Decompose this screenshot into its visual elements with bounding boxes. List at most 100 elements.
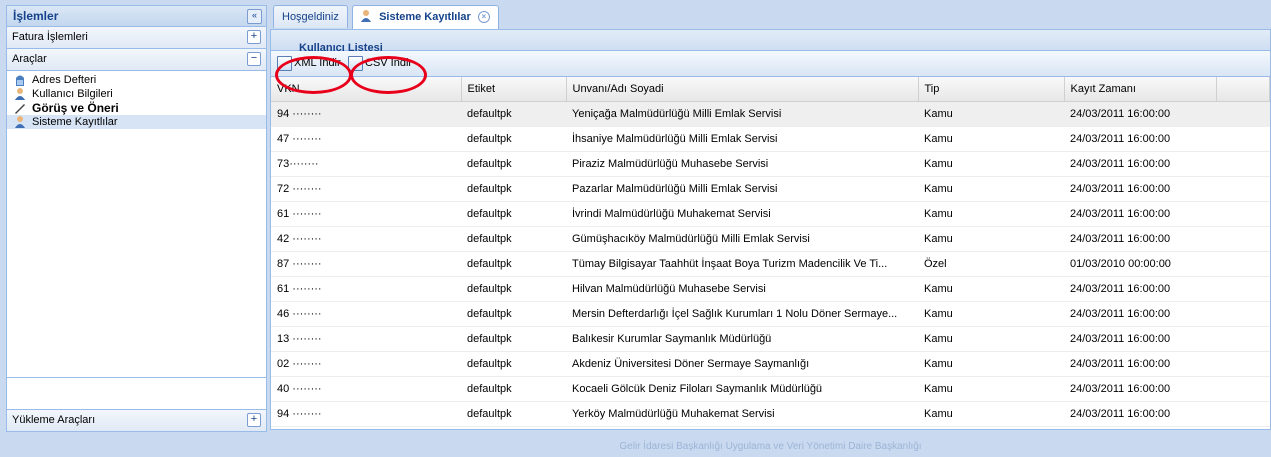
cell-etiket: defaultpk	[461, 301, 566, 327]
section-label: Yükleme Araçları	[12, 414, 96, 426]
table-row[interactable]: 61 ········ defaultpk Hilvan Malmüdürlüğü …	[271, 276, 1270, 302]
cell-filler	[1216, 126, 1270, 152]
table-row[interactable]: 72 ········ defaultpk Pazarlar Malmüdürlüğ…	[271, 176, 1270, 202]
cell-etiket: defaultpk	[461, 101, 566, 127]
cell-unvan: Piraziz Malmüdürlüğü Muhasebe Servisi	[566, 151, 918, 177]
cell-kayit-zamani: 24/03/2011 16:00:00	[1064, 176, 1216, 202]
tree-item-label: Sisteme Kayıtlılar	[32, 116, 118, 128]
tree-item-sisteme-kayitlilar[interactable]: Sisteme Kayıtlılar	[7, 115, 266, 129]
section-yukleme-araclari[interactable]: Yükleme Araçları +	[7, 409, 266, 431]
cell-kayit-zamani: 24/03/2011 16:00:00	[1064, 326, 1216, 352]
cell-filler	[1216, 401, 1270, 427]
collapse-panel-button[interactable]: «	[247, 9, 262, 24]
table-row[interactable]: 47 ········ defaultpk İhsaniye Malmüdürlüğ…	[271, 126, 1270, 152]
cell-etiket: defaultpk	[461, 401, 566, 427]
column-header-unvan[interactable]: Unvanı/Adı Soyadi	[566, 77, 919, 102]
tree-item-adres-defteri[interactable]: Adres Defteri	[7, 73, 266, 87]
cell-etiket: defaultpk	[461, 276, 566, 302]
cell-etiket: defaultpk	[461, 176, 566, 202]
cell-tip: Kamu	[918, 376, 1064, 402]
table-row[interactable]: 42 ········ defaultpk Gümüşhacıköy Malmüdü…	[271, 226, 1270, 252]
close-tab-icon[interactable]: ×	[477, 11, 490, 23]
table-row[interactable]: 46 ········ defaultpk Mersin Defterdarlığı…	[271, 301, 1270, 327]
cell-vkn: 13 ········	[271, 326, 461, 352]
cell-unvan: Yeniçağa Malmüdürlüğü Milli Emlak Servis…	[566, 101, 918, 127]
cell-etiket: defaultpk	[461, 326, 566, 352]
cell-kayit-zamani: 24/03/2011 16:00:00	[1064, 276, 1216, 302]
cell-kayit-zamani: 24/03/2011 16:00:00	[1064, 126, 1216, 152]
cell-filler	[1216, 176, 1270, 202]
cell-filler	[1216, 151, 1270, 177]
tab-sisteme-kayitlilar[interactable]: Sisteme Kayıtlılar ×	[352, 5, 499, 29]
table-row[interactable]: 40 ········ defaultpk Kocaeli Gölcük Deniz…	[271, 376, 1270, 402]
cell-filler	[1216, 301, 1270, 327]
cell-etiket: defaultpk	[461, 201, 566, 227]
table-row[interactable]: 73········ defaultpk Piraziz Malmüdürlüğü …	[271, 151, 1270, 177]
table-row[interactable]: 61 ········ defaultpk İvrindi Malmüdürlüğü…	[271, 201, 1270, 227]
cell-vkn: 72 ········	[271, 176, 461, 202]
cell-unvan: Kocaeli Gölcük Deniz Filoları Saymanlık …	[566, 376, 918, 402]
cell-filler	[1216, 276, 1270, 302]
column-header-kayit-zamani[interactable]: Kayıt Zamanı	[1064, 77, 1217, 102]
user-list-table: VKN Etiket Unvanı/Adı Soyadi Tip Kayıt Z…	[271, 77, 1270, 427]
table-row[interactable]: 94 ········ defaultpk Yeniçağa Malmüdürlüğ…	[271, 101, 1270, 127]
section-araclar[interactable]: Araçlar −	[7, 49, 266, 71]
table-row[interactable]: 87 ········ defaultpk Tümay Bilgisayar Taa…	[271, 251, 1270, 277]
cell-vkn: 61 ········	[271, 276, 461, 302]
cell-tip: Kamu	[918, 126, 1064, 152]
cell-unvan: Pazarlar Malmüdürlüğü Milli Emlak Servis…	[566, 176, 918, 202]
cell-etiket: defaultpk	[461, 251, 566, 277]
cell-filler	[1216, 251, 1270, 277]
cell-tip: Kamu	[918, 326, 1064, 352]
cell-tip: Kamu	[918, 301, 1064, 327]
cell-unvan: İvrindi Malmüdürlüğü Muhakemat Servisi	[566, 201, 918, 227]
left-panel-header: İşlemler «	[7, 6, 266, 27]
left-panel-title: İşlemler	[13, 9, 59, 23]
cell-unvan: Hilvan Malmüdürlüğü Muhasebe Servisi	[566, 276, 918, 302]
cell-kayit-zamani: 24/03/2011 16:00:00	[1064, 226, 1216, 252]
highlight-ring-xml	[275, 56, 352, 94]
table-row[interactable]: 94 ········ defaultpk Yerköy Malmüdürlüğü …	[271, 401, 1270, 427]
column-header-tip[interactable]: Tip	[918, 77, 1065, 102]
highlight-ring-csv	[350, 56, 427, 94]
expand-icon[interactable]: +	[247, 413, 261, 427]
cell-unvan: İhsaniye Malmüdürlüğü Milli Emlak Servis…	[566, 126, 918, 152]
cell-filler	[1216, 226, 1270, 252]
cell-filler	[1216, 101, 1270, 127]
tree-item-gorus-ve-oneri[interactable]: Görüş ve Öneri	[7, 101, 266, 115]
cell-etiket: defaultpk	[461, 351, 566, 377]
cell-kayit-zamani: 24/03/2011 16:00:00	[1064, 401, 1216, 427]
cell-filler	[1216, 326, 1270, 352]
cell-etiket: defaultpk	[461, 151, 566, 177]
cell-etiket: defaultpk	[461, 376, 566, 402]
cell-kayit-zamani: 24/03/2011 16:00:00	[1064, 376, 1216, 402]
left-panel: İşlemler « Fatura İşlemleri + Araçlar − …	[6, 5, 267, 432]
cell-tip: Kamu	[918, 201, 1064, 227]
user-icon	[13, 115, 27, 129]
tree-item-kullanici-bilgileri[interactable]: Kullanıcı Bilgileri	[7, 87, 266, 101]
cell-etiket: defaultpk	[461, 226, 566, 252]
expand-icon[interactable]: +	[247, 30, 261, 44]
tab-strip: Hoşgeldiniz Sisteme Kayıtlılar ×	[270, 5, 1271, 29]
column-header-etiket[interactable]: Etiket	[461, 77, 567, 102]
user-icon	[13, 87, 27, 101]
tab-hosgeldiniz[interactable]: Hoşgeldiniz	[273, 5, 348, 28]
footer-text: Gelir İdaresi Başkanlığı Uygulama ve Ver…	[619, 441, 922, 452]
cell-filler	[1216, 351, 1270, 377]
table-row[interactable]: 02 ········ defaultpk Akdeniz Üniversitesi…	[271, 351, 1270, 377]
cell-vkn: 87 ········	[271, 251, 461, 277]
panel-header: Kullanıcı Listesi	[271, 30, 1270, 54]
cell-vkn: 02 ········	[271, 351, 461, 377]
collapse-icon[interactable]: −	[247, 52, 261, 66]
content-panel: Kullanıcı Listesi XML İndir CSV İndir VK…	[270, 29, 1271, 430]
cell-vkn: 94 ········	[271, 401, 461, 427]
cell-kayit-zamani: 24/03/2011 16:00:00	[1064, 151, 1216, 177]
tree-item-label: Adres Defteri	[32, 74, 97, 86]
cell-tip: Özel	[918, 251, 1064, 277]
cell-tip: Kamu	[918, 401, 1064, 427]
tree-item-label: Görüş ve Öneri	[32, 101, 119, 115]
table-row[interactable]: 13 ········ defaultpk Balıkesir Kurumlar S…	[271, 326, 1270, 352]
cell-vkn: 40 ········	[271, 376, 461, 402]
cell-tip: Kamu	[918, 176, 1064, 202]
section-fatura-islemleri[interactable]: Fatura İşlemleri +	[7, 27, 266, 49]
